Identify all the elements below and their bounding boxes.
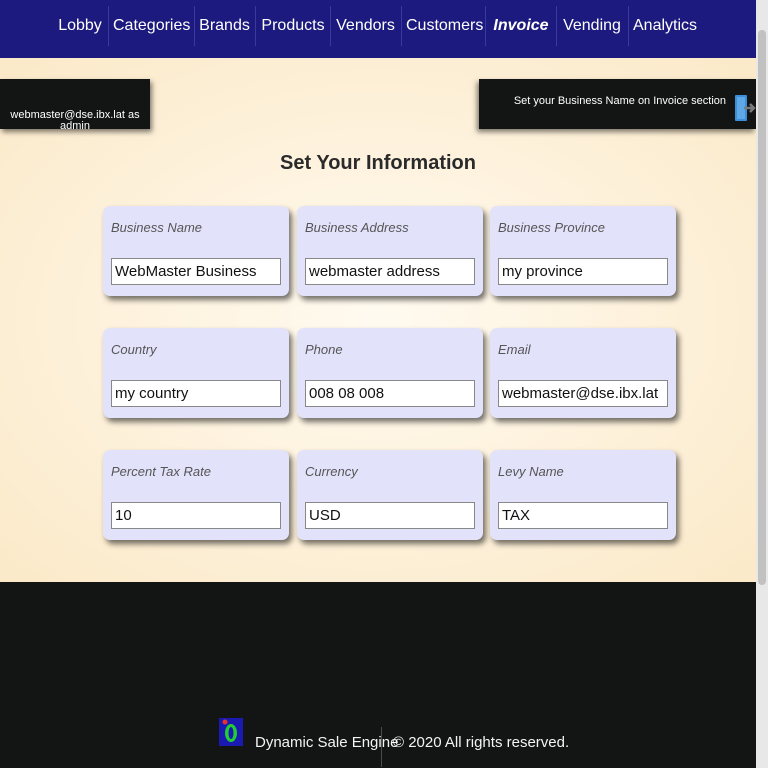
phone-card: Phone xyxy=(297,328,483,418)
footer-divider xyxy=(381,727,382,767)
nav-invoice[interactable]: Invoice xyxy=(490,0,552,52)
footer-engine-name: Dynamic Sale Engine xyxy=(255,734,399,751)
nav-separator xyxy=(401,6,402,46)
nav-separator xyxy=(556,6,557,46)
nav-separator xyxy=(255,6,256,46)
email-label: Email xyxy=(498,342,531,357)
page-title: Set Your Information xyxy=(280,152,476,174)
phone-input[interactable] xyxy=(305,380,475,407)
country-input[interactable] xyxy=(111,380,281,407)
country-card: Country xyxy=(103,328,289,418)
nav-separator xyxy=(485,6,486,46)
nav-analytics[interactable]: Analytics xyxy=(633,0,697,52)
currency-card: Currency xyxy=(297,450,483,540)
currency-label: Currency xyxy=(305,464,358,479)
business-province-card: Business Province xyxy=(490,206,676,296)
levy-name-input[interactable] xyxy=(498,502,668,529)
nav-separator xyxy=(330,6,331,46)
business-address-input[interactable] xyxy=(305,258,475,285)
nav-separator xyxy=(194,6,195,46)
business-province-input[interactable] xyxy=(498,258,668,285)
app-logo-icon xyxy=(219,718,243,746)
email-card: Email xyxy=(490,328,676,418)
nav-separator xyxy=(108,6,109,46)
business-name-input[interactable] xyxy=(111,258,281,285)
help-panel: Set your Business Name on Invoice sectio… xyxy=(479,79,756,129)
nav-categories[interactable]: Categories xyxy=(113,0,190,52)
nav-brands[interactable]: Brands xyxy=(199,0,250,52)
currency-input[interactable] xyxy=(305,502,475,529)
help-text: Set your Business Name on Invoice sectio… xyxy=(513,95,726,107)
scrollbar-thumb[interactable] xyxy=(758,30,766,585)
footer-copyright: © 2020 All rights reserved. xyxy=(393,734,570,751)
business-name-label: Business Name xyxy=(111,220,203,235)
levy-name-label: Levy Name xyxy=(498,464,564,479)
country-label: Country xyxy=(111,342,157,357)
nav-vendors[interactable]: Vendors xyxy=(335,0,396,52)
user-info-text: webmaster@dse.ibx.lat as admin xyxy=(10,109,140,132)
email-input[interactable] xyxy=(498,380,668,407)
exit-door-icon[interactable] xyxy=(734,94,756,122)
top-navbar: Lobby Categories Brands Products Vendors… xyxy=(0,0,756,58)
tax-rate-input[interactable] xyxy=(111,502,281,529)
tax-rate-card: Percent Tax Rate xyxy=(103,450,289,540)
levy-name-card: Levy Name xyxy=(490,450,676,540)
nav-customers[interactable]: Customers xyxy=(406,0,483,52)
nav-vending[interactable]: Vending xyxy=(561,0,623,52)
business-address-card: Business Address xyxy=(297,206,483,296)
tax-rate-label: Percent Tax Rate xyxy=(111,464,211,479)
nav-separator xyxy=(628,6,629,46)
phone-label: Phone xyxy=(305,342,343,357)
nav-products[interactable]: Products xyxy=(260,0,326,52)
business-address-label: Business Address xyxy=(305,220,409,235)
nav-lobby[interactable]: Lobby xyxy=(56,0,104,52)
business-province-label: Business Province xyxy=(498,220,605,235)
user-info-panel: webmaster@dse.ibx.lat as admin xyxy=(0,79,150,132)
business-name-card: Business Name xyxy=(103,206,289,296)
